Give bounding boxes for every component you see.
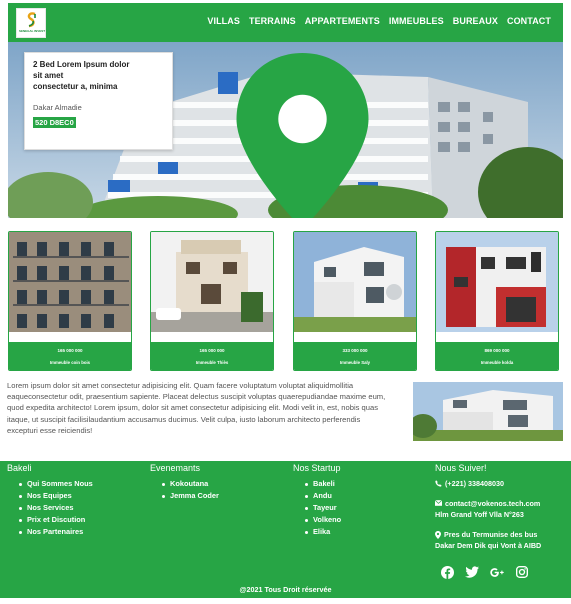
featured-property-location: Dakar Almadie [33,53,369,218]
contact-address-text: Hlm Grand Yoff Vlla N°263 [435,510,524,519]
logo[interactable]: SENEGAL INVEST [16,8,46,38]
contact-address-2: Pres du Termunise des bus [435,529,571,540]
google-plus-icon[interactable] [490,565,504,579]
map-marker-icon [236,53,369,218]
footer-link[interactable]: Qui Sommes Nous [7,478,93,490]
contact-phone: (+221) 338408030 [435,478,571,489]
listing-label: Immeuble Saly [339,360,371,365]
nav-villas[interactable]: VILLAS [207,16,240,26]
listing-card-footer: 165 000 000 Immeuble Thiès [151,342,273,370]
navbar: SENEGAL INVEST VILLAS TERRAINS APPARTEME… [8,3,563,42]
contact-address-2-line1: Pres du Termunise des bus [444,530,538,539]
footer-link[interactable]: Tayeur [293,502,341,514]
listing-price: 869 000 000 [484,348,510,353]
footer-col-bakeli: Bakeli Qui Sommes Nous Nos Equipes Nos S… [7,463,93,538]
listing-card[interactable]: 165 000 000 Immeuble coin bois [8,231,132,371]
footer-link[interactable]: Prix et Discution [7,514,93,526]
contact-email-text[interactable]: contact@vokenos.tech.com [445,498,540,509]
footer-col-evenemants: Evenemants Kokoutana Jemma Coder [150,463,219,502]
listing-label: Immeuble Thiès [195,360,229,365]
footer-col-title: Nos Startup [293,463,341,473]
listing-image-kolda [436,232,558,332]
footer-col-contact: Nous Suiver! (+221) 338408030 contact@vo… [435,463,571,551]
map-marker-icon [435,531,441,539]
nav-terrains[interactable]: TERRAINS [249,16,296,26]
facebook-icon[interactable] [440,565,454,579]
listing-card-footer: 333 000 000 Immeuble Saly [294,342,416,370]
envelope-icon [435,500,442,506]
logo-mark-icon [27,12,36,28]
listing-card[interactable]: 869 000 000 Immeuble kolda [435,231,559,371]
instagram-icon[interactable] [515,565,529,579]
listing-image-coin-bois [9,232,131,332]
listing-grid: 165 000 000 Immeuble coin bois 165 000 0… [8,231,563,371]
nav-immeubles[interactable]: IMMEUBLES [389,16,444,26]
about-text: Lorem ipsum dolor sit amet consectetur a… [7,381,386,435]
footer-col-title: Nous Suiver! [435,463,487,473]
about-image [413,382,563,441]
contact-email: contact@vokenos.tech.com [435,498,571,509]
listing-image-thies [151,232,273,332]
listing-label: Immeuble kolda [480,360,514,365]
footer: Bakeli Qui Sommes Nous Nos Equipes Nos S… [0,461,571,598]
footer-link[interactable]: Nos Partenaires [7,526,93,538]
social-links [440,565,529,579]
listing-card[interactable]: 165 000 000 Immeuble Thiès [150,231,274,371]
footer-link[interactable]: Nos Services [7,502,93,514]
listing-label: Immeuble coin bois [49,360,91,365]
main-menu: VILLAS TERRAINS APPARTEMENTS IMMEUBLES B… [207,16,551,26]
contact-address-2-line2: Dakar Dem Dik qui Vont à AIBD [435,541,542,550]
footer-link[interactable]: Elika [293,526,341,538]
footer-col-startup: Nos Startup Bakeli Andu Tayeur Volkeno E… [293,463,341,538]
hero-banner: 2 Bed Lorem Ipsum dolor sit amet consect… [8,42,563,218]
listing-price: 165 000 000 [199,348,225,353]
nav-contact[interactable]: CONTACT [507,16,551,26]
twitter-icon[interactable] [465,565,479,579]
phone-icon [435,480,442,487]
footer-link[interactable]: Nos Equipes [7,490,93,502]
copyright: @2021 Tous Droit réservée [239,585,332,594]
listing-card-footer: 869 000 000 Immeuble kolda [436,342,558,370]
listing-price: 165 000 000 [57,348,83,353]
listing-card-footer: 165 000 000 Immeuble coin bois [9,342,131,370]
contact-phone-text: (+221) 338408030 [445,479,504,488]
nav-appartements[interactable]: APPARTEMENTS [305,16,380,26]
logo-text: SENEGAL INVEST [18,29,46,33]
footer-link[interactable]: Bakeli [293,478,341,490]
contact-address-2b: Dakar Dem Dik qui Vont à AIBD [435,540,571,551]
footer-link[interactable]: Volkeno [293,514,341,526]
footer-col-title: Bakeli [7,463,32,473]
contact-address: Hlm Grand Yoff Vlla N°263 [435,509,571,520]
nav-bureaux[interactable]: BUREAUX [453,16,498,26]
listing-price: 333 000 000 [342,348,368,353]
featured-property-card[interactable]: 2 Bed Lorem Ipsum dolor sit amet consect… [24,52,369,218]
footer-col-title: Evenemants [150,463,201,473]
listing-image-saly [294,232,416,332]
about-villa-image [413,382,563,441]
listing-card[interactable]: 333 000 000 Immeuble Saly [293,231,417,371]
footer-link[interactable]: Kokoutana [150,478,219,490]
footer-link[interactable]: Jemma Coder [150,490,219,502]
footer-link[interactable]: Andu [293,490,341,502]
